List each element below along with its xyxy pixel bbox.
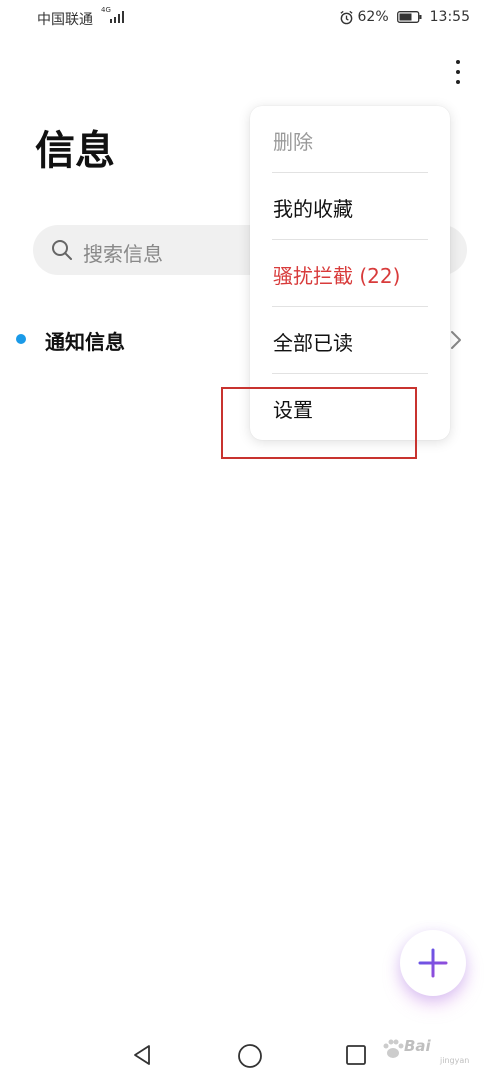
status-right: 62% 13:55 — [339, 9, 470, 25]
carrier-name: 中国联通 — [37, 12, 93, 28]
search-placeholder: 搜索信息 — [83, 242, 163, 266]
menu-item-spam-blocking[interactable]: 骚扰拦截 (22) — [250, 240, 450, 307]
recents-icon[interactable] — [344, 1043, 368, 1067]
home-icon[interactable] — [237, 1043, 263, 1069]
watermark-sub: jingyan — [440, 1056, 470, 1065]
unread-indicator — [16, 334, 26, 344]
alarm-icon — [339, 10, 353, 24]
menu-item-label: 骚扰拦截 (22) — [273, 264, 401, 288]
page-title: 信息 — [35, 128, 115, 174]
menu-item-label: 全部已读 — [273, 331, 353, 355]
paw-icon — [383, 1039, 404, 1058]
search-icon — [52, 240, 72, 260]
watermark-text: Bai — [404, 1037, 431, 1055]
battery-icon — [396, 11, 422, 23]
clock: 13:55 — [429, 9, 470, 25]
menu-item-favorites[interactable]: 我的收藏 — [250, 173, 450, 240]
new-message-button[interactable] — [400, 930, 466, 996]
chevron-right-icon — [451, 331, 461, 349]
menu-item-label: 删除 — [273, 130, 313, 154]
more-options-button[interactable] — [447, 56, 469, 88]
conversation-label: 通知信息 — [45, 330, 125, 354]
menu-item-delete[interactable]: 删除 — [250, 106, 450, 173]
back-icon[interactable] — [130, 1043, 154, 1067]
battery-percent: 62% — [357, 9, 389, 25]
annotation-highlight-box — [221, 387, 417, 459]
menu-item-mark-all-read[interactable]: 全部已读 — [250, 307, 450, 374]
menu-item-label: 我的收藏 — [273, 197, 353, 221]
watermark: Bai jingyan — [380, 1028, 498, 1076]
status-bar: 中国联通 4G 62% 13:55 — [0, 0, 500, 36]
plus-icon — [418, 948, 448, 978]
signal-icon — [110, 10, 126, 23]
